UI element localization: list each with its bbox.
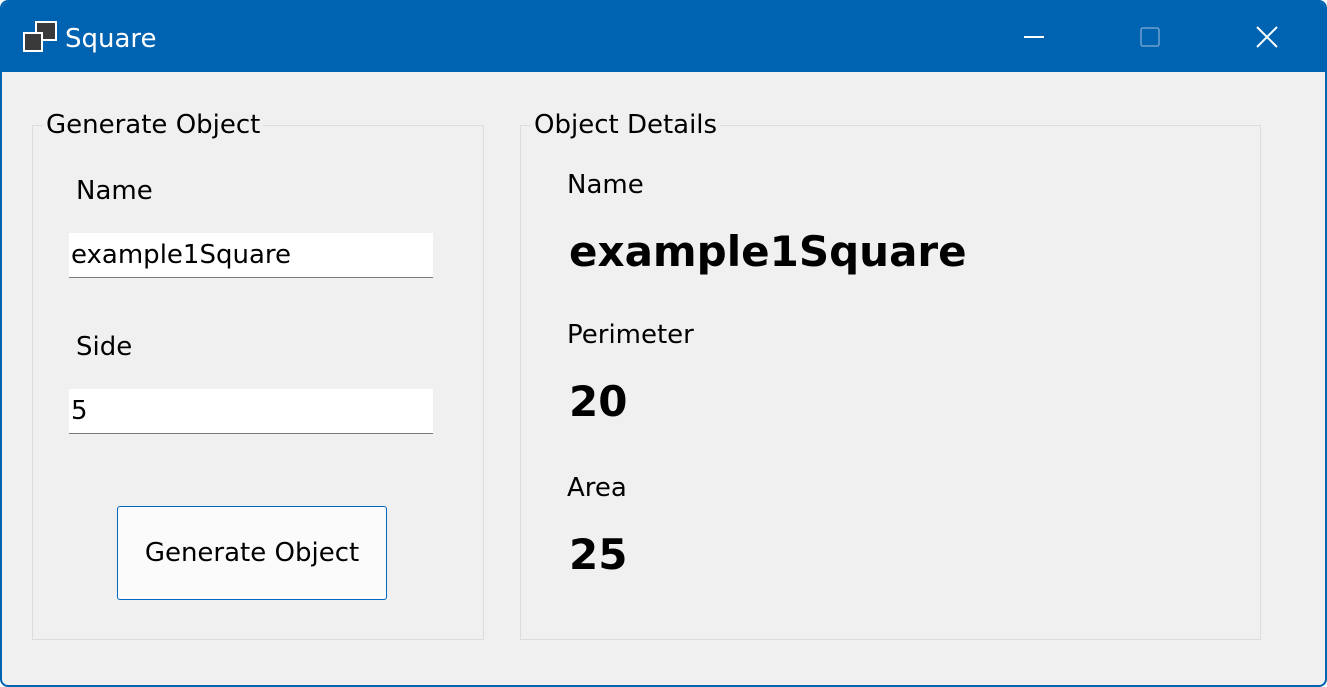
area-label: Area [567, 473, 627, 503]
close-icon [1256, 26, 1278, 48]
side-label: Side [76, 332, 133, 362]
perimeter-label: Perimeter [567, 320, 694, 350]
object-details-group: Object Details Name example1Square Perim… [520, 108, 1261, 640]
window-title: Square [65, 24, 157, 54]
perimeter-value: 20 [569, 377, 628, 426]
generate-object-group: Generate Object Name Side Generate Objec… [32, 108, 484, 640]
area-value: 25 [569, 530, 628, 579]
close-button[interactable] [1209, 2, 1325, 72]
name-label: Name [76, 176, 153, 206]
minimize-button[interactable] [976, 2, 1092, 72]
object-details-group-title: Object Details [531, 108, 721, 142]
side-input[interactable] [69, 389, 433, 434]
maximize-icon [1140, 27, 1160, 47]
maximize-button[interactable] [1092, 2, 1208, 72]
generate-object-group-title: Generate Object [43, 108, 264, 142]
window-stack-icon [23, 21, 57, 52]
title-bar[interactable]: Square [2, 2, 1325, 72]
minimize-icon [1024, 36, 1044, 38]
name-input[interactable] [69, 233, 433, 278]
generate-object-button[interactable]: Generate Object [117, 506, 387, 600]
details-name-label: Name [567, 170, 644, 200]
details-name-value: example1Square [569, 227, 967, 276]
app-window: Square Generate Object Name Side Generat… [0, 0, 1327, 687]
